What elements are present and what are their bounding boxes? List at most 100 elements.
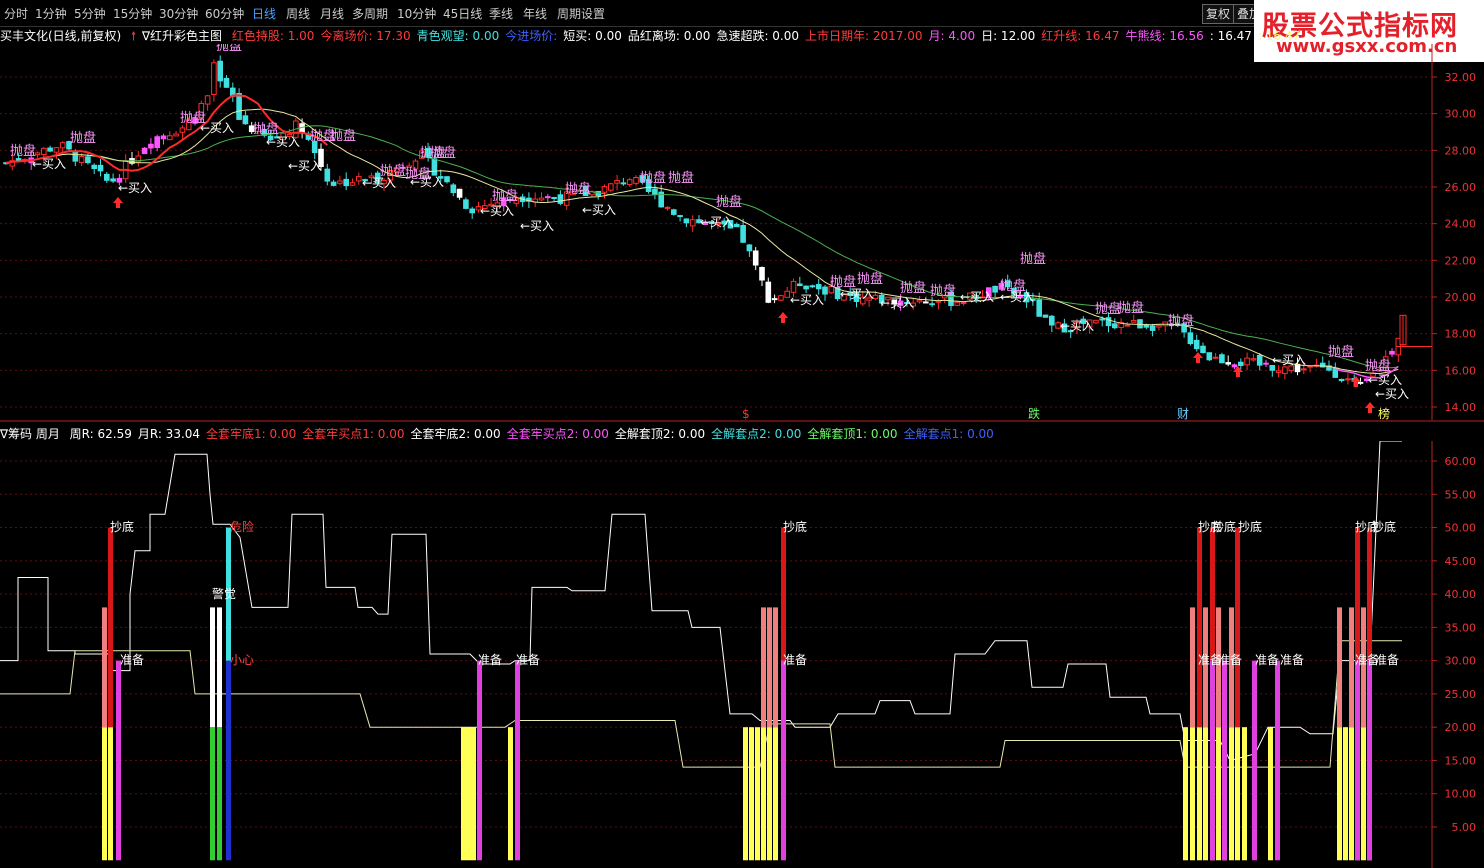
signal-label: 准备: [478, 653, 502, 667]
candle-body: [1225, 362, 1232, 365]
period-tab-8[interactable]: 月线: [320, 5, 344, 22]
period-tab-11[interactable]: 45日线: [443, 5, 482, 22]
candle-body: [1345, 378, 1351, 381]
buy-marker: ←买入: [1000, 290, 1034, 304]
candle-body: [242, 115, 249, 125]
indicator-bar: [508, 727, 513, 861]
period-tab-1[interactable]: 1分钟: [35, 5, 67, 22]
candle-body: [1282, 366, 1288, 375]
indicator-bar: [761, 607, 766, 728]
indicator-bar: [767, 607, 772, 728]
candle-body: [450, 184, 457, 194]
period-tab-4[interactable]: 30分钟: [159, 5, 198, 22]
candle-body: [110, 178, 116, 182]
period-tab-12[interactable]: 季线: [489, 5, 513, 22]
candle-body: [809, 285, 816, 288]
sub-tick-label: 40.00: [1445, 588, 1477, 601]
indicator-bar: [1190, 727, 1195, 861]
main-tick-label: 18.00: [1445, 328, 1477, 341]
period-tab-0[interactable]: 分时: [4, 5, 28, 22]
period-tab-10[interactable]: 10分钟: [397, 5, 436, 22]
indicator-bar: [461, 727, 466, 861]
candle-body: [72, 151, 79, 162]
main-indicator-name[interactable]: ∇红升彩色主图: [142, 29, 222, 43]
period-tab-5[interactable]: 60分钟: [205, 5, 244, 22]
period-tab-14[interactable]: 周期设置: [557, 5, 605, 22]
candle-body: [797, 283, 803, 287]
candle-body: [1093, 319, 1099, 324]
sub-value-3: 全套牢买点1: 0.00: [302, 427, 405, 441]
period-tab-2[interactable]: 5分钟: [74, 5, 106, 22]
indicator-bar: [755, 727, 760, 861]
main-value-1: 今离场价: 17.30: [320, 29, 411, 43]
indicator-bar: [515, 660, 520, 861]
sell-marker: 抛盘: [565, 181, 591, 197]
signal-label: 抄底: [1212, 519, 1236, 534]
candle-body: [815, 284, 822, 290]
candle-body: [97, 164, 104, 172]
candle-body: [601, 186, 608, 193]
main-value-8: 月: 4.00: [928, 29, 976, 43]
sub-tick-label: 45.00: [1445, 555, 1477, 568]
candle-body: [223, 77, 230, 88]
candle-body: [677, 215, 683, 218]
signal-label: 准备: [783, 653, 807, 667]
main-value-9: 日: 12.00: [981, 29, 1036, 43]
candle-body: [608, 183, 614, 191]
indicator-bar: [1343, 727, 1348, 861]
indicator-bar: [1203, 727, 1208, 861]
main-tick-label: 14.00: [1445, 401, 1477, 414]
period-tab-9[interactable]: 多周期: [352, 5, 388, 22]
sell-marker: 抛盘: [430, 145, 456, 161]
sub-indicator-bar: ∇筹码 周月 周R: 62.59 月R: 33.04 全套牢底1: 0.00 全套牢买…: [0, 425, 1006, 441]
candle-body: [444, 176, 450, 183]
candle-body: [59, 142, 66, 149]
candle-body: [633, 177, 639, 184]
candle-body: [614, 180, 620, 184]
period-tab-13[interactable]: 年线: [523, 5, 547, 22]
indicator-bar: [116, 660, 121, 861]
sub-indicator-values: 周R: 62.59 月R: 33.04 全套牢底1: 0.00 全套牢买点1: 0.0…: [70, 427, 1000, 441]
candle-body: [1112, 323, 1118, 329]
indicator-bar: [1183, 727, 1188, 861]
candle-body: [1238, 361, 1244, 366]
buy-marker: ←买入: [1272, 353, 1306, 367]
candle-body: [1099, 318, 1106, 321]
candle-body: [160, 135, 167, 140]
chip-indicator-chart[interactable]: 60.00 55.00 50.00 45.00 40.00 35.00 30.00 25.00…: [0, 441, 1484, 868]
sub-tick-label: 15.00: [1445, 754, 1477, 767]
signal-label: 抄底: [1238, 519, 1262, 534]
candle-body: [217, 60, 223, 82]
sell-marker: 抛盘: [857, 271, 883, 287]
period-tab-7[interactable]: 周线: [286, 5, 310, 22]
candle-body: [1137, 319, 1143, 329]
signal-label: 抄底: [110, 519, 134, 534]
indicator-bar: [108, 727, 113, 861]
sell-marker: 抛盘: [492, 188, 518, 204]
candle-body: [1187, 332, 1194, 345]
candle-body: [923, 301, 929, 304]
indicator-bar: [767, 727, 772, 861]
main-value-11: 牛熊线: 16.56: [1125, 29, 1204, 43]
indicator-bar: [1216, 727, 1221, 861]
main-tick-label: 32.00: [1445, 71, 1477, 84]
candle-body: [765, 281, 772, 303]
candle-body: [204, 95, 211, 105]
sub-indicator-name[interactable]: ∇筹码 周月: [0, 427, 60, 441]
buy-marker: ←买入: [700, 215, 734, 229]
period-tab-6[interactable]: 日线: [252, 5, 276, 22]
period-tab-3[interactable]: 15分钟: [113, 5, 152, 22]
indicator-bar: [217, 727, 222, 861]
buy-marker: ←买入: [1368, 373, 1402, 387]
candle-body: [53, 147, 60, 153]
fuquan-button[interactable]: 复权: [1202, 4, 1235, 24]
stock-title[interactable]: 买丰文化(日线,前复权): [0, 29, 121, 43]
candlestick-chart[interactable]: 32.00 30.00 28.00 26.00 24.00 22.00 20.00 18.00…: [0, 44, 1484, 422]
indicator-bar: [466, 727, 471, 861]
signal-label: 危险: [230, 519, 254, 534]
candle-body: [752, 250, 759, 266]
up-arrow-icon: [1193, 352, 1203, 363]
candle-body: [740, 225, 746, 243]
buy-marker: ←买入: [118, 181, 152, 195]
main-value-4: 短买: 0.00: [563, 29, 622, 43]
